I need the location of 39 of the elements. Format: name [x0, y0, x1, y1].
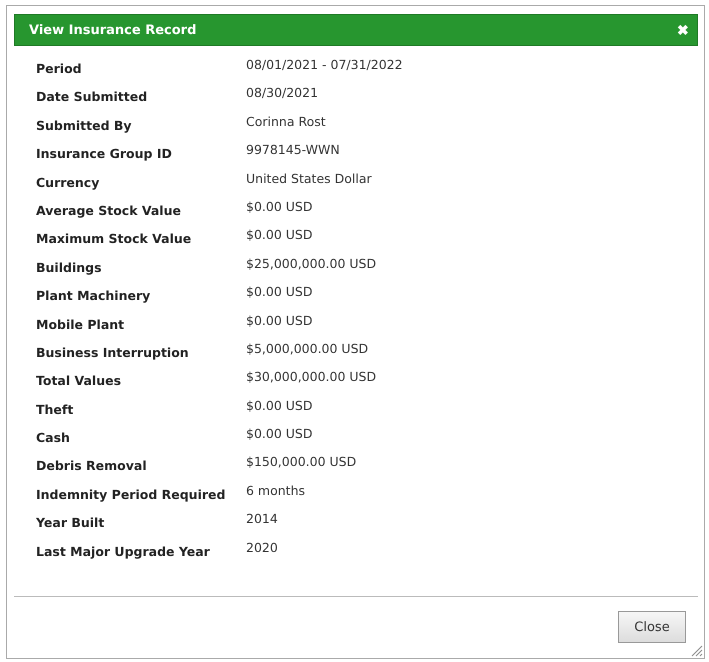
field-value: $0.00 USD: [246, 312, 312, 329]
field-value: $25,000,000.00 USD: [246, 254, 376, 272]
field-label: Total Values: [36, 372, 122, 390]
dialog-title: View Insurance Record: [29, 22, 196, 38]
resize-grip-icon[interactable]: [691, 645, 703, 657]
field-value: $150,000.00 USD: [246, 453, 356, 470]
field-value: $0.00 USD: [246, 425, 312, 442]
field-label: Buildings: [36, 258, 103, 276]
field-label: Currency: [36, 174, 100, 191]
field-label: Debris Removal: [36, 457, 148, 474]
field-label: Theft: [36, 400, 74, 418]
field-label: Cash: [36, 429, 71, 446]
field-value: $0.00 USD: [246, 226, 312, 244]
field-value: $0.00 USD: [246, 396, 312, 414]
field-label: Submitted By: [36, 116, 133, 134]
field-value: 2014: [246, 510, 278, 528]
field-label: Average Stock Value: [36, 202, 182, 219]
field-label: Last Major Upgrade Year: [36, 542, 211, 560]
field-value: Corinna Rost: [246, 112, 326, 130]
field-value: 9978145-WWN: [246, 141, 340, 158]
field-label: Business Interruption: [36, 344, 190, 361]
field-label: Indemnity Period Required: [36, 486, 226, 503]
field-value: $30,000,000.00 USD: [246, 368, 376, 386]
field-label: Year Built: [36, 514, 106, 532]
field-label: Date Submitted: [36, 88, 148, 106]
field-value: $0.00 USD: [246, 283, 312, 300]
field-label: Maximum Stock Value: [36, 230, 192, 248]
field-value: $5,000,000.00 USD: [246, 340, 368, 357]
field-value: $0.00 USD: [246, 198, 312, 215]
field-label: Period: [36, 60, 83, 77]
field-value: 2020: [246, 538, 278, 556]
close-button[interactable]: Close: [618, 611, 686, 643]
field-label: Plant Machinery: [36, 287, 152, 304]
field-value: United States Dollar: [246, 170, 372, 187]
field-label: Mobile Plant: [36, 316, 126, 333]
field-value: 08/01/2021 - 07/31/2022: [246, 56, 403, 73]
field-label: Insurance Group ID: [36, 145, 173, 162]
field-value: 08/30/2021: [246, 84, 318, 102]
field-value: 6 months: [246, 482, 306, 499]
